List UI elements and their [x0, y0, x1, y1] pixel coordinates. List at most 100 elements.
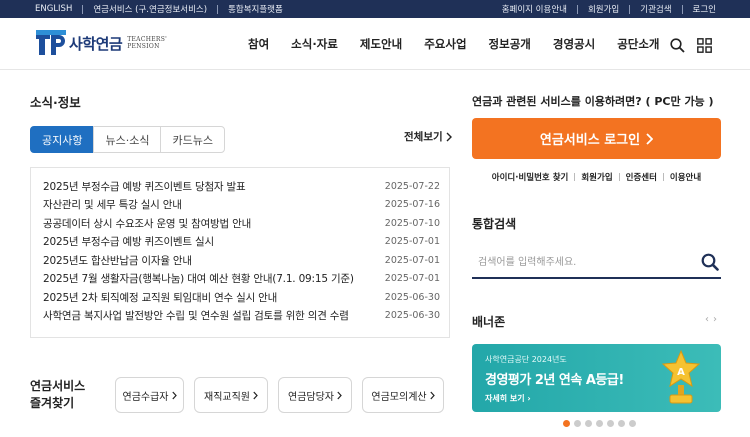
pensioner-label: 연금수급자 [122, 391, 169, 403]
chevron-right-icon [337, 391, 342, 399]
find-id-password-link[interactable]: 아이디·비밀번호 찾기 [492, 171, 569, 183]
utility-bar: ENGLISH 연금서비스 (구.연금정보서비스) 통합복지플랫폼 홈페이지 이… [0, 0, 750, 18]
site-header: 사학연금 TEACHERS' PENSION 참여 소식·자료 제도안내 주요사… [0, 18, 750, 70]
pagination-dot[interactable] [596, 420, 603, 427]
logo-mark-icon [36, 30, 66, 56]
banner-detail-label: 자세히 보기 [485, 394, 525, 403]
usage-guide-link[interactable]: 이용안내 [670, 171, 701, 183]
institution-search-link[interactable]: 기관검색 [640, 3, 671, 15]
list-item[interactable]: 2025년 부정수급 예방 퀴즈이벤트 실시 2025-07-01 [43, 233, 440, 251]
divider [618, 173, 620, 181]
notice-title[interactable]: 2025년 부정수급 예방 퀴즈이벤트 실시 [43, 234, 214, 249]
chevron-right-icon [429, 391, 435, 399]
notice-date: 2025-07-22 [384, 180, 440, 192]
divider [82, 4, 84, 14]
pension-login-label: 연금서비스 로그인 [539, 133, 641, 148]
notice-date: 2025-07-16 [384, 199, 440, 210]
logo-korean-text: 사학연금 [69, 34, 123, 53]
notice-date: 2025-06-30 [384, 310, 440, 321]
employee-button[interactable]: 재직교직원 [194, 377, 268, 413]
chevron-right-icon [446, 132, 452, 141]
banner-next-button[interactable]: › [713, 314, 717, 325]
notice-title[interactable]: 공공데이터 상시 수요조사 운영 및 참여방법 안내 [43, 216, 251, 231]
divider [217, 4, 219, 14]
site-logo[interactable]: 사학연금 TEACHERS' PENSION [36, 30, 167, 56]
site-guide-link[interactable]: 홈페이지 이용안내 [502, 3, 567, 15]
manager-button[interactable]: 연금담당자 [278, 377, 352, 413]
list-item[interactable]: 2025년 부정수급 예방 퀴즈이벤트 당첨자 발표 2025-07-22 [43, 177, 440, 195]
welfare-platform-link[interactable]: 통합복지플랫폼 [228, 3, 283, 15]
favorites-buttons: 연금수급자 재직교직원 연금담당자 연금모의계산 [115, 377, 444, 413]
pagination-dot[interactable] [585, 420, 592, 427]
notice-title[interactable]: 사학연금 복지사업 발전방안 수립 및 연수원 설립 검토를 위한 의견 수렴 [43, 308, 349, 323]
nav-news-resources[interactable]: 소식·자료 [291, 36, 338, 52]
tab-notices[interactable]: 공지사항 [30, 126, 95, 153]
notice-title[interactable]: 2025년 7월 생활자금(행복나눔) 대여 예산 현황 안내(7.1. 09:… [43, 271, 354, 286]
pension-calculator-label: 연금모의계산 [371, 391, 427, 403]
notice-title[interactable]: 2025년도 합산반납금 이자율 안내 [43, 253, 192, 268]
favorites-title: 연금서비스 즐겨찾기 [30, 378, 85, 412]
chevron-right-icon: › [527, 394, 531, 403]
search-input[interactable] [472, 247, 692, 277]
notice-title[interactable]: 2025년 부정수급 예방 퀴즈이벤트 당첨자 발표 [43, 179, 246, 194]
favorites-title-line2: 즐겨찾기 [30, 396, 75, 410]
pagination-dot[interactable] [574, 420, 581, 427]
nav-participation[interactable]: 참여 [248, 36, 269, 52]
tab-card-news[interactable]: 카드뉴스 [160, 126, 225, 153]
signup-link[interactable]: 회원가입 [581, 171, 612, 183]
english-link[interactable]: ENGLISH [35, 4, 72, 14]
pensioner-button[interactable]: 연금수급자 [115, 377, 184, 413]
search-icon[interactable] [670, 38, 685, 53]
list-item[interactable]: 2025년도 합산반납금 이자율 안내 2025-07-01 [43, 251, 440, 269]
tab-news[interactable]: 뉴스·소식 [93, 126, 162, 153]
view-all-link[interactable]: 전체보기 [404, 129, 452, 144]
list-item[interactable]: 사학연금 복지사업 발전방안 수립 및 연수원 설립 검토를 위한 의견 수렴 … [43, 307, 440, 325]
pagination-dot[interactable] [618, 420, 625, 427]
login-link[interactable]: 로그인 [693, 3, 716, 15]
nav-about[interactable]: 공단소개 [617, 36, 659, 52]
utility-links-right: 홈페이지 이용안내 회원가입 기관검색 로그인 [502, 0, 716, 18]
notice-date: 2025-07-10 [384, 217, 440, 229]
grid-menu-icon[interactable] [697, 38, 712, 53]
certificate-center-link[interactable]: 인증센터 [626, 171, 657, 183]
search-icon[interactable] [701, 253, 719, 271]
nav-system-guide[interactable]: 제도안내 [360, 36, 402, 52]
list-item[interactable]: 2025년 2차 퇴직예정 교직원 퇴임대비 연수 실시 안내 2025-06-… [43, 288, 440, 306]
favorites-title-line1: 연금서비스 [30, 379, 86, 393]
signup-link[interactable]: 회원가입 [588, 3, 619, 15]
news-tabs: 공지사항 뉴스·소식 카드뉴스 [30, 126, 225, 153]
divider [576, 4, 578, 14]
list-item[interactable]: 공공데이터 상시 수요조사 운영 및 참여방법 안내 2025-07-10 [43, 214, 440, 232]
notice-title[interactable]: 자산관리 및 세무 특강 실시 안내 [43, 197, 182, 212]
banner-prev-button[interactable]: ‹ [705, 314, 709, 325]
logo-en-line1: TEACHERS' [127, 36, 168, 43]
notice-date: 2025-07-01 [384, 254, 440, 266]
nav-info-disclosure[interactable]: 정보공개 [489, 36, 531, 52]
notice-list: 2025년 부정수급 예방 퀴즈이벤트 당첨자 발표 2025-07-22 자산… [30, 167, 450, 338]
pension-login-button[interactable]: 연금서비스 로그인 [472, 118, 721, 159]
nav-major-projects[interactable]: 주요사업 [424, 36, 466, 52]
banner-detail-link[interactable]: 자세히 보기 › [485, 393, 531, 404]
list-item[interactable]: 2025년 7월 생활자금(행복나눔) 대여 예산 현황 안내(7.1. 09:… [43, 270, 440, 288]
nav-management-disclosure[interactable]: 경영공시 [553, 36, 595, 52]
pagination-dot[interactable] [607, 420, 614, 427]
pagination-dot[interactable] [629, 420, 636, 427]
divider [629, 4, 631, 14]
pagination-dot[interactable] [563, 420, 570, 427]
divider [574, 173, 576, 181]
notice-title[interactable]: 2025년 2차 퇴직예정 교직원 퇴임대비 연수 실시 안내 [43, 290, 277, 305]
list-item[interactable]: 자산관리 및 세무 특강 실시 안내 2025-07-16 [43, 196, 440, 214]
notice-date: 2025-07-01 [384, 273, 440, 284]
main-navigation: 참여 소식·자료 제도안내 주요사업 정보공개 경영공시 공단소개 [248, 18, 682, 70]
divider [681, 4, 683, 14]
trophy-badge-letter: A [677, 367, 685, 378]
manager-label: 연금담당자 [288, 391, 334, 403]
pension-service-link[interactable]: 연금서비스 (구.연금정보서비스) [93, 3, 207, 15]
banner-subtitle: 사학연금공단 2024년도 [485, 355, 567, 364]
pension-calculator-button[interactable]: 연금모의계산 [362, 377, 444, 413]
banner-slide[interactable]: 사학연금공단 2024년도 경영평가 2년 연속 A등급! 자세히 보기 › A [472, 344, 721, 412]
notice-date: 2025-07-01 [384, 236, 440, 247]
banner-arrows: ‹ › [701, 314, 717, 325]
integrated-search-title: 통합검색 [472, 217, 517, 231]
employee-label: 재직교직원 [204, 391, 250, 403]
